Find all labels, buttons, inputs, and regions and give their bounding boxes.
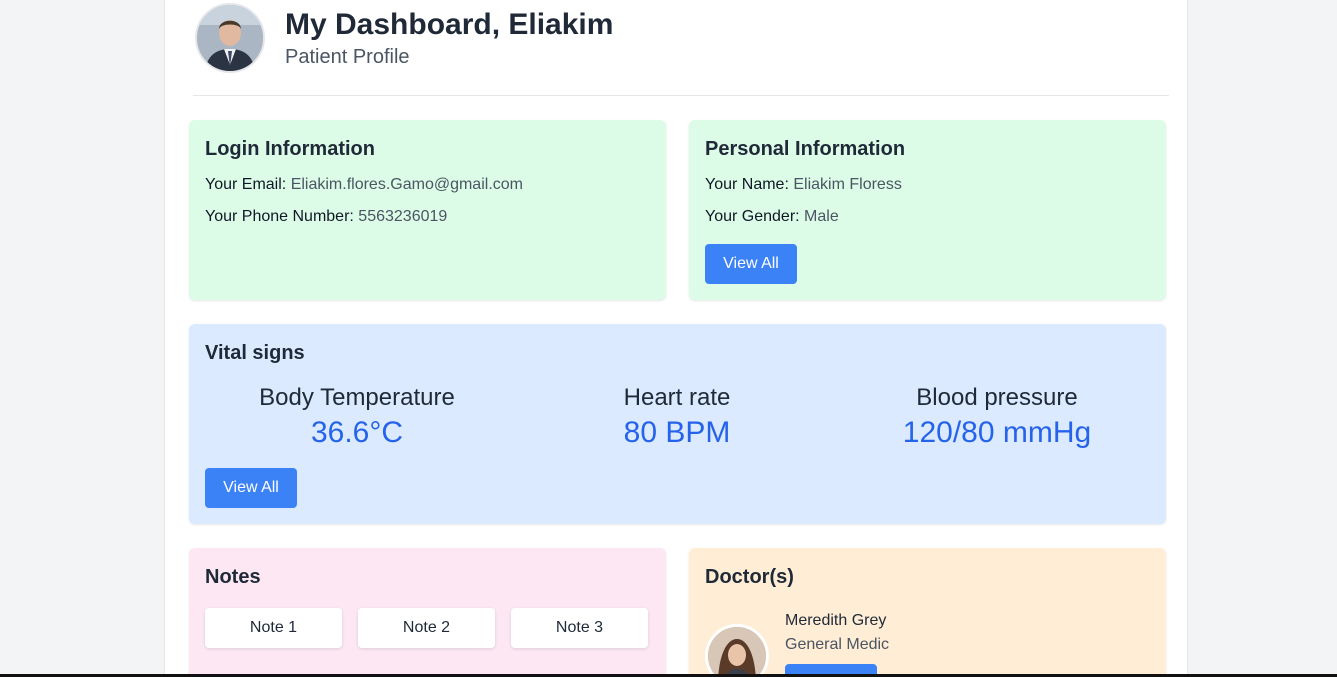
email-row: Your Email: Eliakim.flores.Gamo@gmail.co… (205, 176, 523, 194)
dashboard-header: My Dashboard, Eliakim Patient Profile (193, 3, 1169, 96)
vital-value: 120/80 mmHg (902, 416, 1092, 449)
vitals-view-all-button[interactable]: View All (205, 468, 297, 508)
gender-label: Your Gender: (705, 208, 800, 225)
vital-signs-card: Vital signs Body Temperature 36.6°C Hear… (189, 324, 1166, 524)
phone-label: Your Phone Number: (205, 208, 354, 225)
doctors-card: Doctor(s) Meredith Grey General Medic (689, 548, 1166, 677)
vital-body-temperature: Body Temperature 36.6°C (197, 384, 517, 450)
gender-row: Your Gender: Male (705, 208, 839, 226)
notes-card: Notes Note 1 Note 2 Note 3 (189, 548, 666, 677)
doctor-name: Meredith Grey (785, 612, 887, 629)
user-photo-icon (195, 3, 265, 73)
phone-row: Your Phone Number: 5563236019 (205, 208, 447, 226)
vital-label: Heart rate (623, 384, 731, 411)
login-information-card: Login Information Your Email: Eliakim.fl… (189, 120, 666, 300)
page-subtitle: Patient Profile (285, 46, 410, 68)
page-title: My Dashboard, Eliakim (285, 8, 614, 41)
login-information-heading: Login Information (205, 138, 375, 160)
gender-value: Male (804, 208, 839, 225)
personal-information-heading: Personal Information (705, 138, 906, 160)
doctor-photo-icon (705, 624, 769, 677)
name-label: Your Name: (705, 176, 789, 193)
email-label: Your Email: (205, 176, 287, 193)
vital-blood-pressure: Blood pressure 120/80 mmHg (837, 384, 1157, 450)
vital-label: Body Temperature (259, 384, 455, 411)
vital-value: 80 BPM (623, 416, 731, 449)
phone-value: 5563236019 (358, 208, 448, 225)
vital-heart-rate: Heart rate 80 BPM (517, 384, 837, 450)
vital-signs-heading: Vital signs (205, 342, 305, 364)
notes-heading: Notes (205, 566, 261, 588)
personal-info-view-all-button[interactable]: View All (705, 244, 797, 284)
name-value: Eliakim Floress (793, 176, 902, 193)
note-2-button[interactable]: Note 2 (358, 608, 495, 648)
vital-label: Blood pressure (916, 384, 1078, 411)
personal-information-card: Personal Information Your Name: Eliakim … (689, 120, 1166, 300)
dashboard-page: My Dashboard, Eliakim Patient Profile Lo… (164, 0, 1188, 677)
email-value: Eliakim.flores.Gamo@gmail.com (290, 176, 523, 193)
doctors-heading: Doctor(s) (705, 566, 794, 588)
vital-value: 36.6°C (310, 416, 404, 449)
note-3-button[interactable]: Note 3 (511, 608, 648, 648)
doctor-specialty: General Medic (785, 636, 890, 653)
name-row: Your Name: Eliakim Floress (705, 176, 902, 194)
note-1-button[interactable]: Note 1 (205, 608, 342, 648)
